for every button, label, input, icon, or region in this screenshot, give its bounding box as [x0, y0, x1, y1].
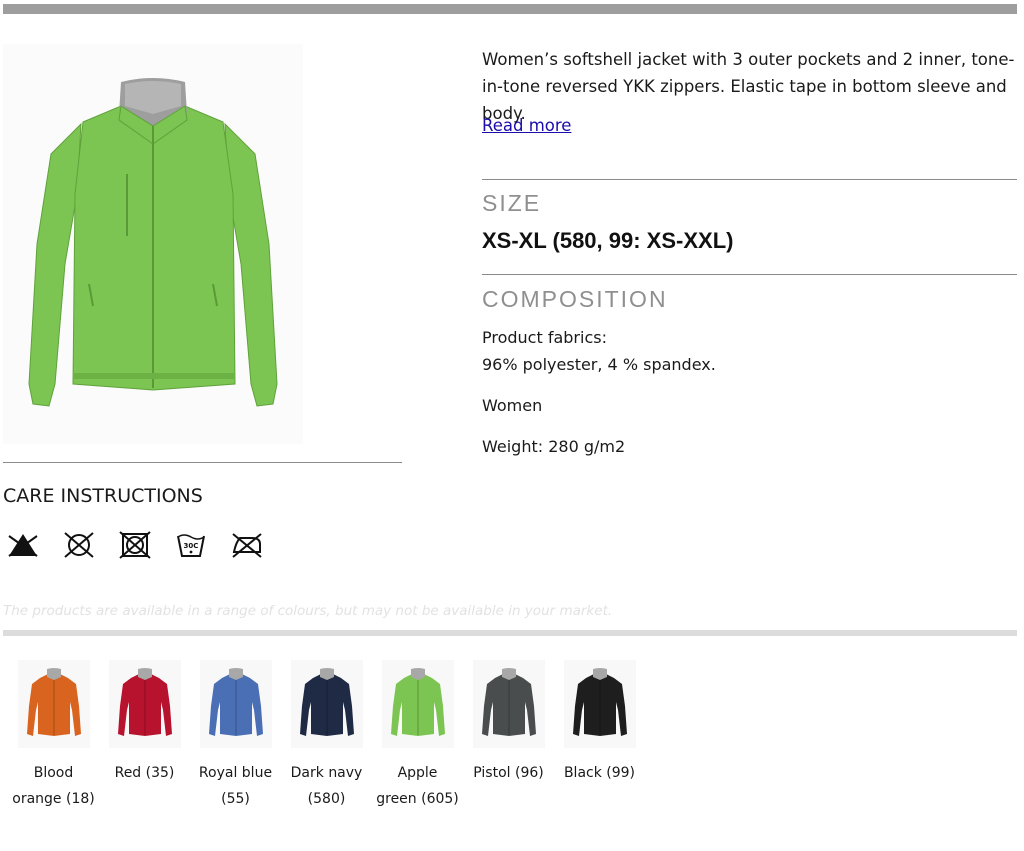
color-swatch-image: [290, 660, 363, 748]
size-title: SIZE: [482, 190, 542, 216]
color-swatch-image: [17, 660, 90, 748]
color-swatch-image: [381, 660, 454, 748]
color-swatch-apple-green[interactable]: Apple green (605): [372, 660, 463, 812]
color-swatch-image: [472, 660, 545, 748]
do-not-bleach-icon: [8, 534, 38, 557]
divider: [482, 179, 1017, 180]
fabrics-value: 96% polyester, 4 % spandex.: [482, 355, 716, 374]
color-swatch-black[interactable]: Black (99): [554, 660, 645, 812]
size-value: XS-XL (580, 99: XS-XXL): [482, 228, 734, 253]
product-description: Women’s softshell jacket with 3 outer po…: [482, 50, 1015, 123]
wash-30c-icon: 30C: [177, 534, 205, 557]
do-not-tumble-dry-icon: [119, 531, 151, 559]
color-swatch-label: Apple green (605): [376, 765, 459, 807]
color-swatch-image: [563, 660, 636, 748]
gender-text: Women: [482, 396, 543, 415]
care-instructions-title: CARE INSTRUCTIONS: [3, 485, 203, 507]
read-more-link[interactable]: Read more: [482, 116, 571, 135]
color-swatch-label: Royal blue (55): [198, 765, 273, 807]
do-not-iron-icon: [232, 533, 262, 558]
do-not-dry-clean-icon: [64, 532, 94, 558]
color-swatch-image: [108, 660, 181, 748]
color-swatch-royal-blue[interactable]: Royal blue (55): [190, 660, 281, 812]
color-swatch-red[interactable]: Red (35): [99, 660, 190, 812]
wash-temp-label: 30C: [184, 542, 199, 550]
top-bar: [3, 4, 1017, 14]
color-swatch-label: Black (99): [563, 765, 636, 781]
color-swatch-dark-navy[interactable]: Dark navy (580): [281, 660, 372, 812]
color-swatch-label: Blood orange (18): [12, 765, 95, 807]
color-swatch-label: Pistol (96): [473, 765, 544, 781]
composition-title: COMPOSITION: [482, 286, 668, 312]
divider: [482, 274, 1017, 275]
color-swatches: Blood orange (18) Red (35) Royal blue (5…: [8, 660, 645, 812]
availability-note: The products are available in a range of…: [3, 603, 613, 619]
divider: [3, 462, 402, 463]
product-image: [3, 44, 303, 444]
color-swatch-image: [199, 660, 272, 748]
color-swatch-label: Red (35): [114, 765, 175, 781]
jacket-illustration: [28, 78, 278, 407]
color-swatch-label: Dark navy (580): [290, 765, 363, 807]
weight-text: Weight: 280 g/m2: [482, 437, 626, 456]
color-swatch-blood-orange[interactable]: Blood orange (18): [8, 660, 99, 812]
color-swatch-pistol[interactable]: Pistol (96): [463, 660, 554, 812]
fabrics-label: Product fabrics:: [482, 328, 607, 347]
divider: [3, 630, 1017, 636]
care-icons: 30C: [6, 530, 264, 560]
